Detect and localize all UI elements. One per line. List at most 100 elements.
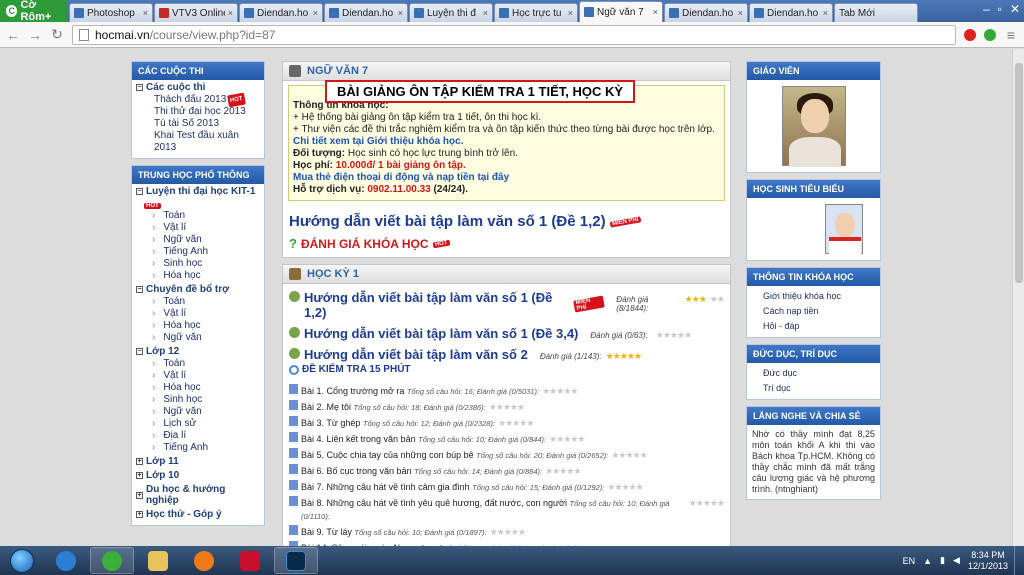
subject-link[interactable]: Lịch sử [132,418,264,430]
browser-tab[interactable]: Diendan.ho × [749,3,833,22]
rating-stars-empty[interactable]: ★★ [710,294,725,305]
rating-stars-empty[interactable]: ★★★★★ [689,497,725,509]
back-icon[interactable]: ← [6,27,20,43]
moral-link[interactable]: Đức dục [747,366,880,381]
test-item[interactable]: Bài 1. Cổng trường mở ra Tổng số câu hỏi… [283,383,730,399]
tab-close-icon[interactable]: × [653,7,658,17]
top-lesson-link[interactable]: Hướng dẫn viết bài tập làm văn số 1 (Đề … [283,205,730,232]
start-button[interactable] [0,546,44,575]
taskbar-photoshop[interactable] [274,547,318,574]
network-icon[interactable]: ▮ [940,555,945,566]
subject-link[interactable]: Ngữ văn [132,234,264,246]
browser-tab[interactable]: Tab Mới [834,3,918,22]
rating-stars-empty[interactable]: ★★★★★ [490,526,526,538]
group-2[interactable]: − Lớp 12 [132,344,264,358]
taskbar-kaspersky[interactable] [228,547,272,574]
test-heading[interactable]: ĐỀ KIỂM TRA 15 PHÚT [283,362,730,377]
subject-link[interactable]: Ngữ văn [132,406,264,418]
rating-stars-empty[interactable]: ★★★★★ [656,330,692,341]
forward-icon[interactable]: → [28,27,42,43]
subject-link[interactable]: Sinh học [132,394,264,406]
test-item[interactable]: Bài 9. Từ láy Tổng số câu hỏi: 10; Đánh … [283,524,730,540]
group-5[interactable]: + Du học & hướng nghiệp [132,482,264,507]
contest-item[interactable]: Thi thử đại học 2013 [132,106,264,118]
expand-icon[interactable]: + [136,491,143,499]
tab-close-icon[interactable]: × [143,8,148,18]
tab-close-icon[interactable]: × [738,8,743,18]
rating-stars-empty[interactable]: ★★★★★ [489,401,525,413]
course-intro-link[interactable]: Giới thiệu khóa học [747,289,880,304]
browser-menu-button[interactable]: C Cờ Rôm+ [0,0,68,23]
rating-stars-empty[interactable]: ★★★★★ [607,481,643,493]
topup-link[interactable]: Mua thẻ điện thoại di động và nạp tiền t… [293,172,720,184]
test-item[interactable]: Bài 7. Những câu hát về tình cảm gia đìn… [283,479,730,495]
scrollbar-thumb[interactable] [1015,63,1023,283]
group-4[interactable]: + Lớp 10 [132,468,264,482]
subject-link[interactable]: Ngữ văn [132,332,264,344]
browser-tab[interactable]: Học trực tu × [494,3,578,22]
browser-tab[interactable]: Ngữ văn 7 × [579,1,663,22]
subject-link[interactable]: Hóa học [132,382,264,394]
subject-link[interactable]: Địa lí [132,430,264,442]
taskbar-explorer[interactable] [136,547,180,574]
browser-tab[interactable]: Luyện thi đ × [409,3,493,22]
rating-stars-empty[interactable]: ★★★★★ [498,417,534,429]
test-item[interactable]: Bài 2. Mẹ tôi Tổng số câu hỏi: 18; Đánh … [283,399,730,415]
subject-link[interactable]: Hóa học [132,320,264,332]
rate-course-link[interactable]: ? ĐÁNH GIÁ KHÓA HỌC HOT [283,232,730,257]
tray-arrow-icon[interactable]: ▲ [923,556,932,566]
subject-link[interactable]: Vật lí [132,370,264,382]
group-1[interactable]: − Chuyên đề bổ trợ [132,282,264,296]
volume-icon[interactable]: ◀ [953,555,960,566]
subject-link[interactable]: Vật lí [132,222,264,234]
payment-link[interactable]: Cách nạp tiền [747,304,880,319]
maximize-icon[interactable]: ▫ [998,2,1002,16]
subject-link[interactable]: Tiếng Anh [132,442,264,454]
tab-close-icon[interactable]: × [483,8,488,18]
collapse-icon[interactable]: − [136,84,143,91]
lesson-row[interactable]: Hướng dẫn viết bài tập làm văn số 1 (Đề … [283,284,730,320]
test-item[interactable]: Bài 4. Liên kết trong văn bản Tổng số câ… [283,431,730,447]
subject-link[interactable]: Sinh học [132,258,264,270]
subject-link[interactable]: Toán [132,358,264,370]
contest-item[interactable]: Thách đấu 2013 HOT [132,92,264,108]
test-item[interactable]: Bài 3. Từ ghép Tổng số câu hỏi: 12; Đánh… [283,415,730,431]
test-item[interactable]: Bài 5. Cuộc chia tay của những con búp b… [283,447,730,463]
subject-link[interactable]: Tiếng Anh [132,246,264,258]
faq-link[interactable]: Hỏi - đáp [747,319,880,334]
minimize-icon[interactable]: ‒ [983,2,990,16]
group-0[interactable]: − Luyện thi đại học KIT-1 [132,184,264,198]
tab-close-icon[interactable]: × [568,8,573,18]
subject-link[interactable]: Hóa học [132,270,264,282]
close-icon[interactable]: ✕ [1010,2,1020,16]
group-6[interactable]: + Học thử - Góp ý [132,507,264,521]
test-item[interactable]: Bài 8. Những câu hát về tình yêu quê hươ… [283,495,730,524]
subject-link[interactable]: Toán [132,296,264,308]
browser-tab[interactable]: Diendan.ho × [324,3,408,22]
tab-close-icon[interactable]: × [313,8,318,18]
intellect-link[interactable]: Trí dục [747,381,880,396]
tab-close-icon[interactable]: × [228,8,233,18]
vertical-scrollbar[interactable] [1012,49,1024,546]
expand-icon[interactable]: + [136,458,143,465]
contests-category[interactable]: − Các cuộc thi [132,80,264,94]
show-desktop-button[interactable] [1014,546,1024,575]
language-indicator[interactable]: EN [903,556,916,566]
rating-stars-empty[interactable]: ★★★★★ [545,465,581,477]
menu-icon[interactable]: ≡ [1004,27,1018,43]
expand-icon[interactable]: + [136,511,143,518]
browser-tab[interactable]: VTV3 Online × [154,3,238,22]
collapse-icon[interactable]: − [136,188,143,195]
expand-icon[interactable]: + [136,472,143,479]
extension-icon[interactable] [984,28,996,41]
detail-link[interactable]: Chi tiết xem tại Giới thiệu khóa học. [293,136,720,148]
subject-link[interactable]: Vật lí [132,308,264,320]
subject-link[interactable]: Toán [132,210,264,222]
address-input[interactable]: hocmai.vn/course/view.php?id=87 [72,24,956,45]
group-3[interactable]: + Lớp 11 [132,454,264,468]
rating-stars-empty[interactable]: ★★★★★ [549,433,585,445]
taskbar-coccoc[interactable] [90,547,134,574]
reload-icon[interactable]: ↻ [50,26,64,43]
tab-close-icon[interactable]: × [823,8,828,18]
taskbar-ie[interactable] [44,547,88,574]
